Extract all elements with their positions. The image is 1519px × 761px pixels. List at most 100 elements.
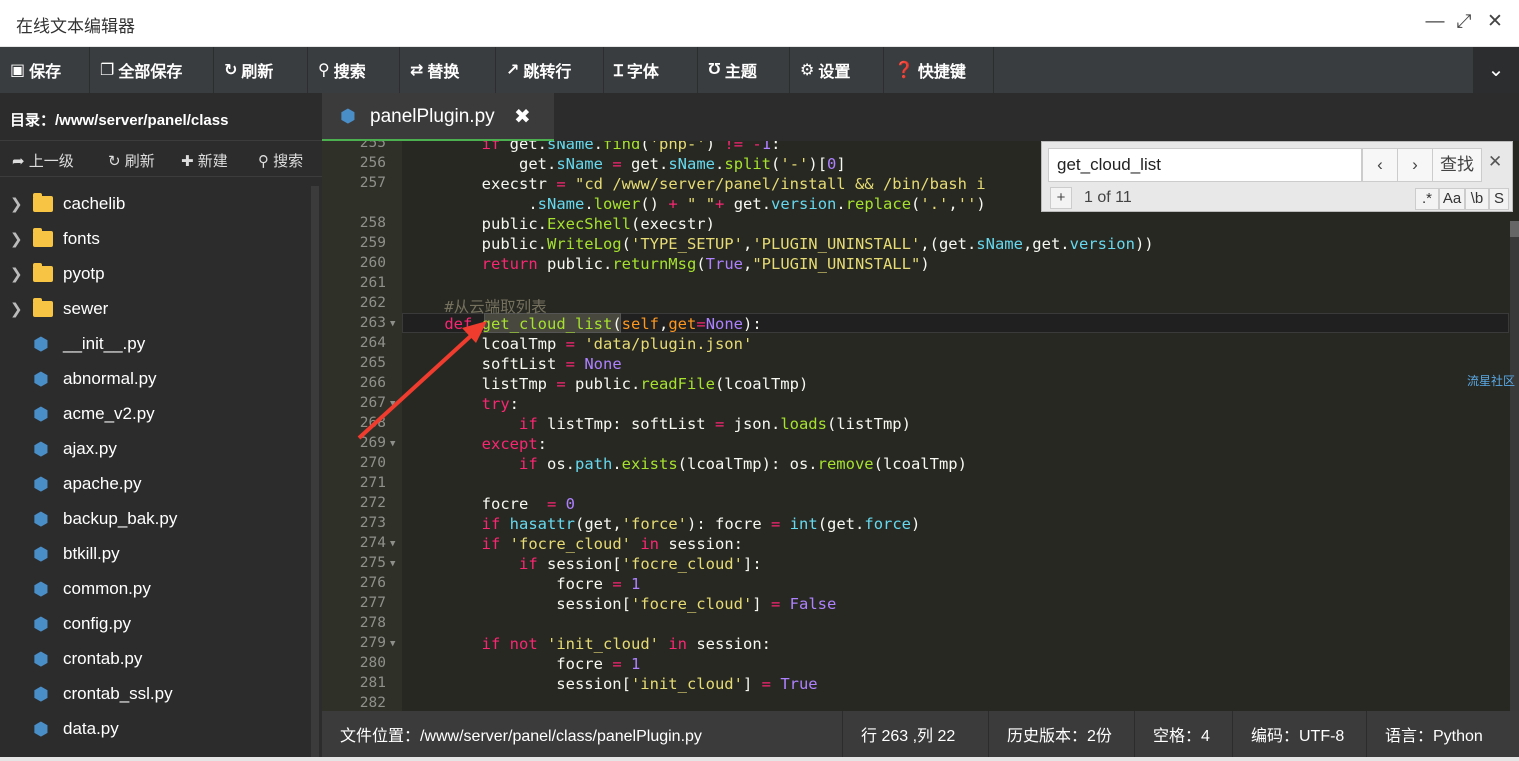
- maximize-icon[interactable]: ⤢: [1452, 10, 1476, 34]
- file-item[interactable]: ⬢ abnormal.py: [0, 361, 310, 396]
- line-number: 264: [359, 335, 386, 351]
- editor-scrollbar-thumb[interactable]: [1510, 221, 1519, 237]
- fold-icon[interactable]: ▼: [390, 319, 395, 329]
- whole-word-toggle[interactable]: \b: [1465, 188, 1489, 210]
- refresh-button[interactable]: ↻ 刷新: [214, 47, 308, 93]
- code-editor[interactable]: 255 256 257 258 259 260 261 262 263 264 …: [322, 141, 1519, 711]
- folder-item[interactable]: ❯ fonts: [0, 221, 310, 256]
- sidebar-search-button[interactable]: ⚲ 搜索: [258, 150, 303, 171]
- line-number: 259: [359, 235, 386, 251]
- code-line: if listTmp: softList = json.loads(listTm…: [518, 415, 911, 433]
- regex-toggle[interactable]: .*: [1415, 188, 1439, 210]
- line-number: 275: [359, 555, 386, 571]
- file-item[interactable]: ⬢ crontab.py: [0, 641, 310, 676]
- search-icon: ⚲: [258, 153, 274, 170]
- chevron-down-icon[interactable]: ⌄: [1473, 47, 1519, 93]
- magic-icon: ↗: [506, 62, 520, 79]
- file-item[interactable]: ⬢ __init__.py: [0, 326, 310, 361]
- line-number: 265: [359, 355, 386, 371]
- minimize-icon[interactable]: —: [1423, 10, 1447, 34]
- editor-scrollbar[interactable]: [1510, 221, 1519, 711]
- sidebar-refresh-button[interactable]: ↻ 刷新: [108, 150, 155, 171]
- code-line: if get.sName.find('php-') != -1:: [481, 141, 781, 153]
- code-line: def get_cloud_list(self,get=None):: [444, 315, 762, 333]
- folder-icon: [33, 297, 53, 317]
- file-location: 文件位置：/www/server/panel/class/panelPlugin…: [340, 728, 702, 745]
- file-item[interactable]: ⬢ config.py: [0, 606, 310, 641]
- sidebar-scrollbar[interactable]: [311, 186, 319, 761]
- close-search-icon[interactable]: ✕: [1488, 152, 1502, 172]
- chevron-right-icon[interactable]: ❯: [10, 230, 23, 248]
- line-number: 282: [359, 695, 386, 711]
- case-sensitive-toggle[interactable]: Aa: [1439, 188, 1465, 210]
- folder-item[interactable]: ❯ cachelib: [0, 186, 310, 221]
- tab-panelplugin[interactable]: ⬢ panelPlugin.py ✖: [322, 93, 554, 141]
- magnet-icon: Ʊ: [708, 61, 721, 78]
- chevron-right-icon[interactable]: ❯: [10, 300, 23, 318]
- next-match-button[interactable]: ›: [1397, 148, 1433, 182]
- indent-setting[interactable]: 空格：4: [1134, 711, 1210, 757]
- replace-button[interactable]: ⇄ 替换: [400, 47, 496, 93]
- folder-item[interactable]: ❯ pyotp: [0, 256, 310, 291]
- code-line: get.sName = get.sName.split('-')[0]: [407, 155, 846, 173]
- goto-line-button[interactable]: ↗ 跳转行: [496, 47, 604, 93]
- arrow-up-icon: ➦: [12, 153, 29, 170]
- close-icon[interactable]: ✕: [1483, 10, 1507, 34]
- file-item[interactable]: ⬢ crontab_ssl.py: [0, 676, 310, 711]
- match-counter: 1 of 11: [1084, 189, 1132, 206]
- line-number: 255: [359, 141, 386, 151]
- language-setting[interactable]: 语言：Python: [1366, 711, 1483, 757]
- font-button[interactable]: Ɪ 字体: [604, 47, 698, 93]
- fold-icon[interactable]: ▼: [390, 559, 395, 569]
- python-file-icon: ⬢: [33, 438, 49, 459]
- cursor-position[interactable]: 行 263 ,列 22: [842, 711, 955, 757]
- file-sidebar: 目录：/www/server/panel/class ➦ 上一级 ↻ 刷新 ✚ …: [0, 93, 322, 761]
- chevron-right-icon[interactable]: ❯: [10, 265, 23, 283]
- search-in-selection-toggle[interactable]: S: [1489, 188, 1509, 210]
- encoding-setting[interactable]: 编码：UTF-8: [1232, 711, 1344, 757]
- line-number: 269: [359, 435, 386, 451]
- code-line: session['init_cloud'] = True: [407, 675, 818, 693]
- file-item[interactable]: ⬢ apache.py: [0, 466, 310, 501]
- code-line: public.WriteLog('TYPE_SETUP','PLUGIN_UNI…: [407, 235, 1154, 253]
- chevron-right-icon[interactable]: ❯: [10, 195, 23, 213]
- code-line: focre = 1: [407, 655, 641, 673]
- file-item[interactable]: ⬢ data.py: [0, 711, 310, 746]
- file-list: ❯ cachelib ❯ fonts ❯ pyotp ❯ sewer ⬢ __init__…: [0, 186, 310, 746]
- fold-icon[interactable]: ▼: [390, 439, 395, 449]
- close-tab-icon[interactable]: ✖: [514, 104, 531, 129]
- fold-icon[interactable]: ▼: [390, 539, 395, 549]
- search-panel: ‹ › 查找 ✕ + 1 of 11 .* Aa \b S: [1041, 141, 1513, 212]
- line-number: 260: [359, 255, 386, 271]
- settings-button[interactable]: ⚙ 设置: [790, 47, 884, 93]
- save-button[interactable]: ▣ 保存: [0, 47, 90, 93]
- file-item[interactable]: ⬢ common.py: [0, 571, 310, 606]
- fold-icon[interactable]: ▼: [390, 639, 395, 649]
- fold-icon[interactable]: ▼: [390, 399, 395, 409]
- code-line: focre = 0: [407, 495, 576, 513]
- python-file-icon: ⬢: [33, 648, 49, 669]
- code-line: try:: [481, 395, 519, 413]
- file-item[interactable]: ⬢ ajax.py: [0, 431, 310, 466]
- file-item[interactable]: ⬢ acme_v2.py: [0, 396, 310, 431]
- save-all-button[interactable]: ❐ 全部保存: [90, 47, 214, 93]
- up-level-button[interactable]: ➦ 上一级: [12, 150, 74, 171]
- toggle-replace-button[interactable]: +: [1050, 187, 1072, 209]
- folder-item[interactable]: ❯ sewer: [0, 291, 310, 326]
- line-number: 276: [359, 575, 386, 591]
- python-file-icon: ⬢: [33, 543, 49, 564]
- history-versions[interactable]: 历史版本：2份: [988, 711, 1112, 757]
- search-input[interactable]: [1048, 148, 1362, 182]
- window-bottom-edge: [0, 757, 1519, 761]
- new-file-button[interactable]: ✚ 新建: [181, 150, 228, 171]
- file-item[interactable]: ⬢ btkill.py: [0, 536, 310, 571]
- theme-button[interactable]: Ʊ 主题: [698, 47, 790, 93]
- refresh-icon: ↻: [108, 153, 125, 170]
- file-item[interactable]: ⬢ backup_bak.py: [0, 501, 310, 536]
- search-button[interactable]: ⚲ 搜索: [308, 47, 400, 93]
- shortcuts-button[interactable]: ❓ 快捷键: [884, 47, 994, 93]
- python-file-icon: ⬢: [33, 718, 49, 739]
- code-line: if hasattr(get,'force'): focre = int(get…: [481, 515, 921, 533]
- find-button[interactable]: 查找: [1432, 148, 1482, 182]
- prev-match-button[interactable]: ‹: [1362, 148, 1398, 182]
